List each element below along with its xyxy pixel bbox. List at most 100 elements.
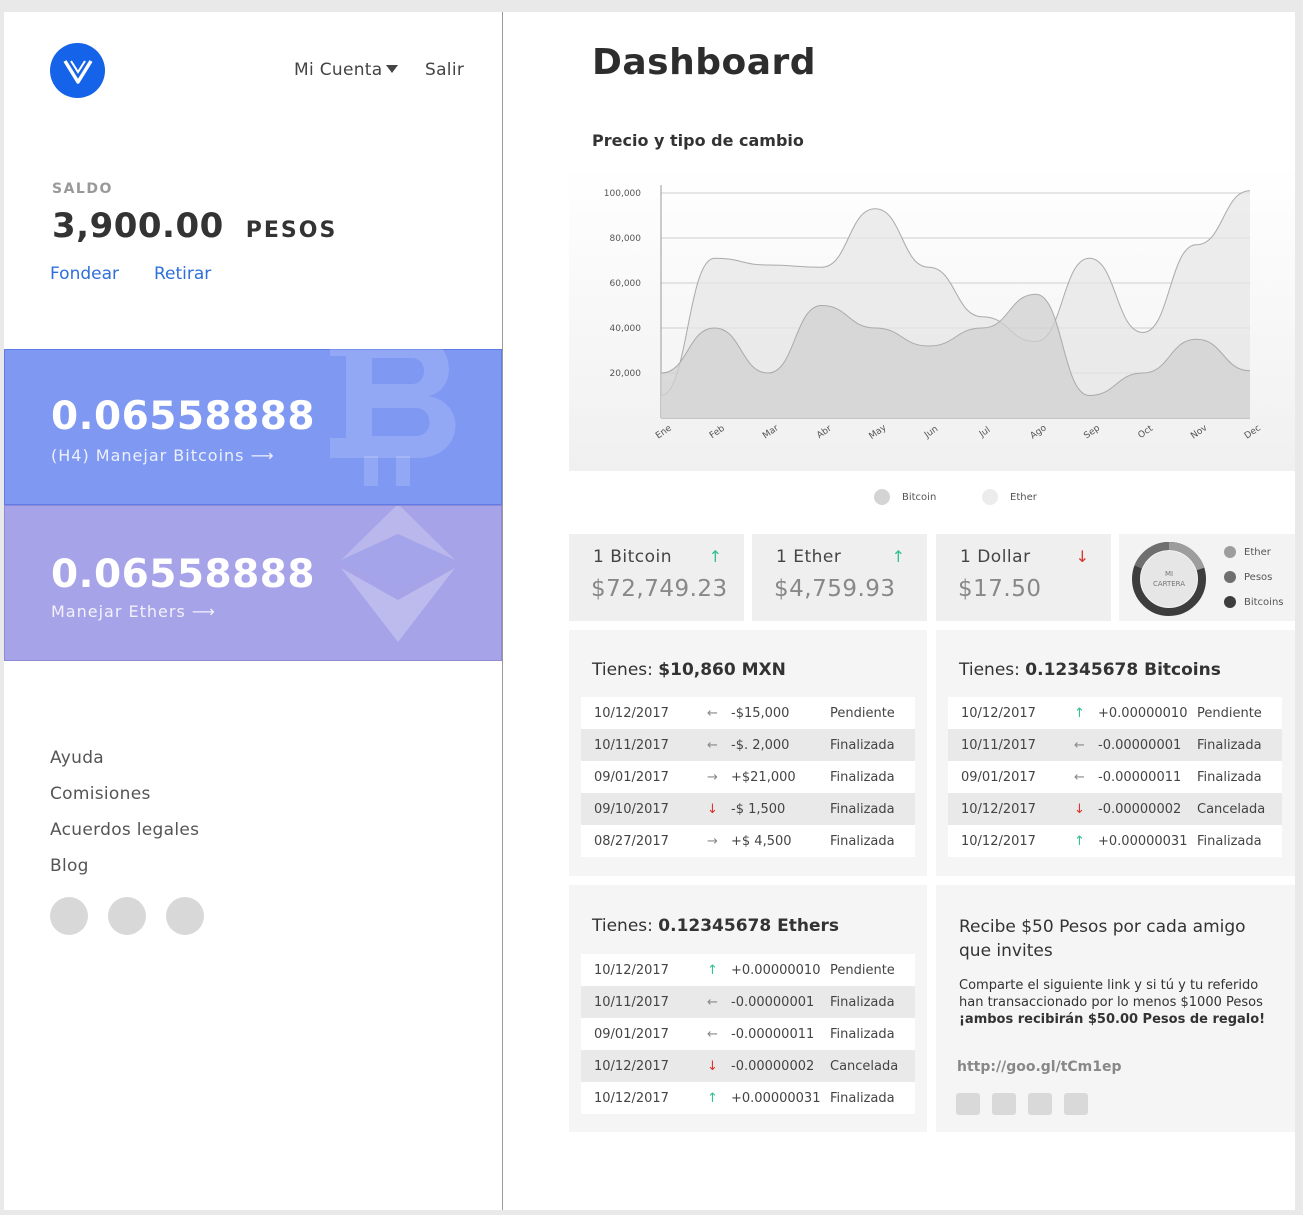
y-tick-label: 80,000	[610, 234, 642, 244]
table-row[interactable]: 10/11/2017 ← -0.00000001 Finalizada	[581, 986, 915, 1018]
table-row[interactable]: 10/11/2017 ← -0.00000001 Finalizada	[948, 729, 1282, 761]
manage-ethers-link[interactable]: Manejar Ethers ⟶	[51, 602, 216, 621]
table-row[interactable]: 09/10/2017 ↓ -$ 1,500 Finalizada	[581, 793, 915, 825]
tx-status: Cancelada	[830, 1058, 899, 1074]
x-tick-label: Jul	[977, 425, 992, 440]
tx-date: 10/12/2017	[961, 833, 1036, 849]
fees-link[interactable]: Comisiones	[50, 784, 199, 820]
arrow-down-icon: ↓	[1074, 801, 1085, 817]
tx-date: 10/12/2017	[594, 1058, 669, 1074]
tx-status: Cancelada	[1197, 801, 1266, 817]
portfolio-pesos-swatch	[1224, 571, 1236, 583]
y-tick-label: 100,000	[604, 189, 641, 199]
referral-link[interactable]: http://goo.gl/tCm1ep	[957, 1059, 1122, 1075]
chart-title: Precio y tipo de cambio	[592, 131, 804, 150]
legal-link[interactable]: Acuerdos legales	[50, 820, 199, 856]
tx-date: 10/11/2017	[961, 737, 1036, 753]
portfolio-label-line1: MI	[1165, 570, 1173, 578]
social-icon[interactable]	[166, 897, 204, 935]
tx-date: 09/01/2017	[594, 1026, 669, 1042]
tx-date: 10/12/2017	[594, 962, 669, 978]
portfolio-pesos-label: Pesos	[1244, 571, 1273, 583]
btc-panel-title: Tienes: 0.12345678 Bitcoins	[959, 660, 1221, 680]
logo[interactable]	[50, 43, 105, 98]
help-link[interactable]: Ayuda	[50, 748, 199, 784]
manage-bitcoins-link[interactable]: (H4) Manejar Bitcoins ⟶	[51, 446, 275, 465]
tx-amount: +$21,000	[731, 769, 796, 785]
bitcoin-watermark-icon	[330, 306, 456, 486]
x-tick-label: Feb	[708, 424, 727, 441]
table-row[interactable]: 10/12/2017 ↑ +0.00000031 Finalizada	[948, 825, 1282, 857]
table-row[interactable]: 10/12/2017 ↓ -0.00000002 Cancelada	[581, 1050, 915, 1082]
table-row[interactable]: 09/01/2017 ← -0.00000011 Finalizada	[581, 1018, 915, 1050]
referral-title: Recibe $50 Pesos por cada amigo que invi…	[959, 917, 1246, 961]
table-row[interactable]: 10/12/2017 ↑ +0.00000010 Pendiente	[581, 954, 915, 986]
tx-amount: +0.00000031	[731, 1090, 821, 1106]
social-icon[interactable]	[50, 897, 88, 935]
caret-down-icon	[386, 65, 399, 73]
tx-amount: -0.00000002	[1098, 801, 1182, 817]
mxn-panel-title: Tienes: $10,860 MXN	[592, 660, 786, 680]
share-icon[interactable]	[992, 1093, 1016, 1115]
withdraw-link[interactable]: Retirar	[154, 264, 211, 284]
eth-panel-title: Tienes: 0.12345678 Ethers	[592, 916, 839, 936]
y-tick-label: 60,000	[610, 279, 642, 289]
portfolio-donut-chart: MI CARTERA	[1132, 541, 1206, 616]
portfolio-ether-label: Ether	[1244, 546, 1271, 558]
referral-text: Comparte el siguiente link y si tú y tu …	[959, 977, 1279, 1028]
eth-transactions-panel: Tienes: 0.12345678 Ethers 10/12/2017 ↑ +0.…	[569, 885, 927, 1132]
x-tick-label: Oct	[1137, 424, 1156, 441]
portfolio-legend-pesos: Pesos	[1224, 571, 1272, 583]
share-icon[interactable]	[956, 1093, 980, 1115]
arrow-up-icon: ↑	[707, 962, 718, 978]
page-title: Dashboard	[592, 42, 817, 83]
balance-label: SALDO	[52, 181, 113, 197]
rate-bitcoin-name: 1 Bitcoin	[593, 547, 673, 567]
bitcoin-wallet-amount: 0.06558888	[51, 394, 316, 439]
table-row[interactable]: 10/11/2017 ← -$. 2,000 Finalizada	[581, 729, 915, 761]
arrow-up-icon: ↑	[707, 1090, 718, 1106]
tx-amount: -0.00000001	[1098, 737, 1182, 753]
x-tick-label: Ago	[1029, 423, 1049, 441]
logout-link[interactable]: Salir	[425, 60, 464, 80]
balance-amount: 3,900.00	[52, 206, 224, 246]
portfolio-widget[interactable]: MI CARTERA Ether Pesos Bitcoins	[1119, 534, 1295, 621]
x-tick-label: Mar	[761, 423, 781, 441]
portfolio-legend-ether: Ether	[1224, 546, 1271, 558]
arrow-right-icon: →	[707, 833, 718, 849]
referral-bold-text: ¡ambos recibirán $50.00 Pesos de regalo!	[959, 1012, 1266, 1027]
tx-status: Pendiente	[830, 705, 895, 721]
sidebar-divider	[502, 12, 503, 1210]
tx-date: 10/11/2017	[594, 994, 669, 1010]
table-row[interactable]: 09/01/2017 ← -0.00000011 Finalizada	[948, 761, 1282, 793]
tx-amount: +$ 4,500	[731, 833, 792, 849]
blog-link[interactable]: Blog	[50, 856, 199, 892]
table-row[interactable]: 10/12/2017 ↑ +0.00000010 Pendiente	[948, 697, 1282, 729]
my-account-menu[interactable]: Mi Cuenta	[294, 60, 399, 80]
arrow-up-icon: ↑	[1074, 705, 1085, 721]
table-row[interactable]: 08/27/2017 → +$ 4,500 Finalizada	[581, 825, 915, 857]
btc-transactions-table: 10/12/2017 ↑ +0.00000010 Pendiente 10/11/201…	[948, 697, 1282, 857]
arrow-left-icon: ←	[1074, 737, 1085, 753]
x-tick-label: Ene	[654, 423, 674, 441]
rate-dollar: 1 Dollar ↓ $17.50	[936, 534, 1111, 621]
manage-ethers-label: Manejar Ethers	[51, 602, 186, 621]
share-icon[interactable]	[1028, 1093, 1052, 1115]
table-row[interactable]: 09/01/2017 → +$21,000 Finalizada	[581, 761, 915, 793]
fund-link[interactable]: Fondear	[50, 264, 119, 284]
share-icon[interactable]	[1064, 1093, 1088, 1115]
ether-wallet-card[interactable]: 0.06558888 Manejar Ethers ⟶	[4, 505, 502, 661]
table-row[interactable]: 10/12/2017 ↑ +0.00000031 Finalizada	[581, 1082, 915, 1114]
arrow-down-icon: ↓	[707, 1058, 718, 1074]
social-icon[interactable]	[108, 897, 146, 935]
tx-status: Finalizada	[830, 737, 895, 753]
portfolio-legend-bitcoins: Bitcoins	[1224, 596, 1284, 608]
tx-amount: -$. 2,000	[731, 737, 790, 753]
tx-status: Finalizada	[1197, 737, 1262, 753]
eth-title-value: 0.12345678 Ethers	[658, 916, 839, 936]
y-tick-label: 40,000	[610, 324, 642, 334]
table-row[interactable]: 10/12/2017 ↓ -0.00000002 Cancelada	[948, 793, 1282, 825]
table-row[interactable]: 10/12/2017 ← -$15,000 Pendiente	[581, 697, 915, 729]
tx-status: Finalizada	[1197, 833, 1262, 849]
tx-amount: -0.00000001	[731, 994, 815, 1010]
